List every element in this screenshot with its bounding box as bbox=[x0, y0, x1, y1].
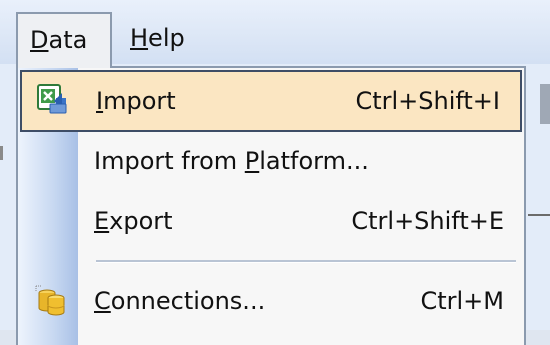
menu-item-import-from-platform-label-rest: latform... bbox=[259, 147, 369, 175]
menu-data[interactable]: Data bbox=[16, 12, 112, 68]
data-menu-dropdown: Import Ctrl+Shift+I Import from Platform… bbox=[16, 66, 526, 345]
menu-item-connections-label-rest: onnections... bbox=[110, 287, 266, 315]
menu-data-mnemonic: D bbox=[30, 26, 49, 54]
menu-item-export[interactable]: Export Ctrl+Shift+E bbox=[18, 192, 524, 254]
menu-item-import-from-platform-mnemonic: P bbox=[244, 147, 260, 175]
menu-item-export-shortcut: Ctrl+Shift+E bbox=[351, 207, 504, 235]
menu-item-connections[interactable]: Connections... Ctrl+M bbox=[18, 272, 524, 334]
menu-help-label-rest: elp bbox=[148, 24, 185, 52]
menu-bar: Data Help bbox=[0, 0, 550, 68]
menu-item-connections-label: Connections... bbox=[94, 272, 265, 330]
menu-item-export-mnemonic: E bbox=[94, 207, 110, 235]
menu-item-export-label: Export bbox=[94, 192, 173, 250]
menu-item-import-label: Import bbox=[96, 72, 176, 130]
screen: Data Help Import Ctrl+Shift+I Import fro… bbox=[0, 0, 550, 345]
menu-item-import-from-platform-label-pre: Import from bbox=[94, 147, 245, 175]
menu-item-import[interactable]: Import Ctrl+Shift+I bbox=[20, 70, 522, 132]
menu-item-connections-shortcut: Ctrl+M bbox=[420, 287, 504, 315]
menu-item-import-from-platform-label: Import from Platform... bbox=[94, 132, 369, 190]
menu-separator bbox=[96, 260, 516, 263]
menu-item-import-shortcut: Ctrl+Shift+I bbox=[355, 87, 500, 115]
background-edge-right bbox=[540, 84, 550, 124]
background-edge-left bbox=[0, 146, 3, 160]
menu-help-mnemonic: H bbox=[130, 24, 149, 52]
menu-item-export-label-rest: xport bbox=[109, 207, 173, 235]
menu-item-connections-mnemonic: C bbox=[94, 287, 111, 315]
menu-help[interactable]: Help bbox=[118, 12, 208, 64]
excel-import-icon bbox=[37, 84, 67, 114]
background-edge-right-line bbox=[528, 214, 550, 216]
menu-item-import-from-platform[interactable]: Import from Platform... bbox=[18, 132, 524, 194]
menu-data-label-rest: ata bbox=[48, 26, 88, 54]
menu-item-import-label-rest: mport bbox=[103, 87, 176, 115]
database-connections-icon bbox=[35, 285, 65, 316]
